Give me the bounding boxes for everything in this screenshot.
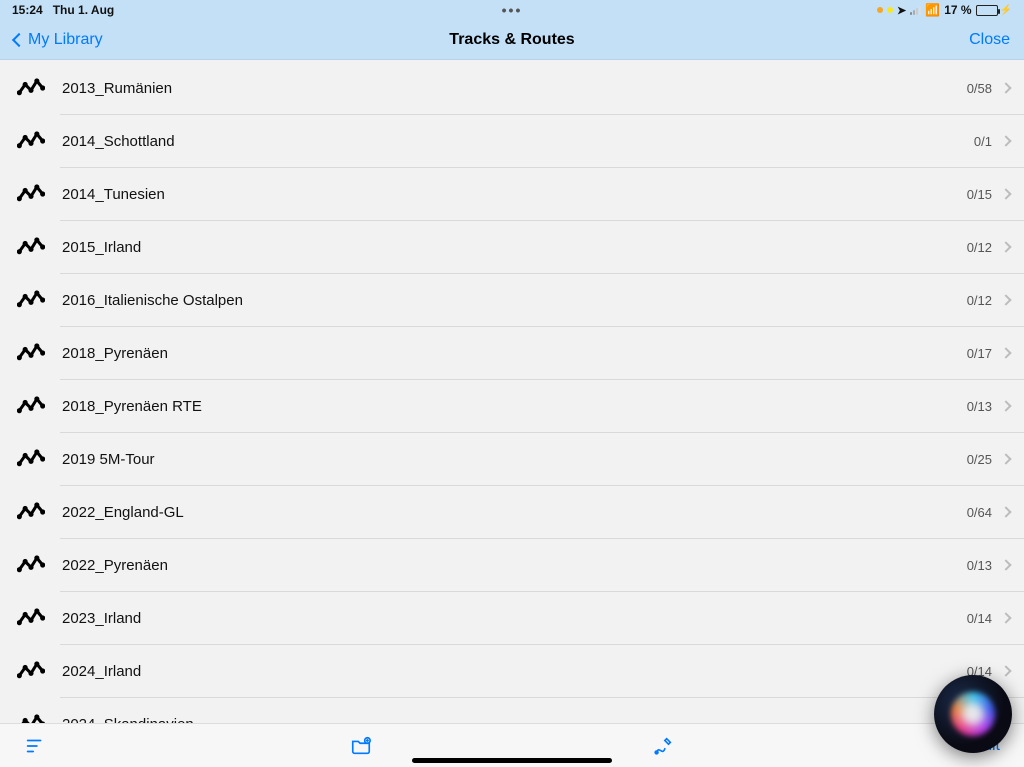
track-icon bbox=[14, 71, 48, 105]
item-label: 2022_Pyrenäen bbox=[62, 557, 967, 574]
chevron-right-icon bbox=[1000, 506, 1011, 517]
item-count: 0/64 bbox=[967, 505, 992, 520]
chevron-right-icon bbox=[1000, 294, 1011, 305]
route-tool-button[interactable] bbox=[652, 735, 674, 757]
item-count: 0/25 bbox=[967, 452, 992, 467]
battery-icon: ⚡ bbox=[976, 5, 1012, 16]
item-label: 2022_England-GL bbox=[62, 504, 967, 521]
back-label: My Library bbox=[28, 31, 103, 49]
chevron-right-icon bbox=[1000, 665, 1011, 676]
track-icon bbox=[14, 442, 48, 476]
item-count: 0/15 bbox=[967, 187, 992, 202]
track-icon bbox=[14, 336, 48, 370]
item-label: 2016_Italienische Ostalpen bbox=[62, 292, 967, 309]
item-count: 0/13 bbox=[967, 558, 992, 573]
track-icon bbox=[14, 707, 48, 723]
track-icon bbox=[14, 601, 48, 635]
item-count: 0/12 bbox=[967, 293, 992, 308]
cellular-signal-icon bbox=[910, 5, 921, 15]
item-count: 0/1 bbox=[974, 134, 992, 149]
chevron-right-icon bbox=[1000, 188, 1011, 199]
chevron-right-icon bbox=[1000, 135, 1011, 146]
item-label: 2023_Irland bbox=[62, 610, 967, 627]
battery-percent: 17 % bbox=[944, 3, 971, 17]
list-item[interactable]: 2018_Pyrenäen0/17 bbox=[0, 327, 1024, 379]
folder-plus-icon bbox=[350, 735, 372, 757]
track-icon bbox=[14, 177, 48, 211]
list-item[interactable]: 2014_Tunesien0/15 bbox=[0, 168, 1024, 220]
list-item[interactable]: 2022_Pyrenäen0/13 bbox=[0, 539, 1024, 591]
siri-orb-icon bbox=[951, 692, 995, 736]
new-folder-button[interactable] bbox=[350, 735, 372, 757]
track-icon bbox=[14, 283, 48, 317]
location-icon: ➤ bbox=[897, 4, 906, 17]
list-item[interactable]: 2023_Irland0/14 bbox=[0, 592, 1024, 644]
list-item[interactable]: 2015_Irland0/12 bbox=[0, 221, 1024, 273]
list-item[interactable]: 2018_Pyrenäen RTE0/13 bbox=[0, 380, 1024, 432]
chevron-right-icon bbox=[1000, 347, 1011, 358]
item-label: 2013_Rumänien bbox=[62, 80, 967, 97]
item-label: 2015_Irland bbox=[62, 239, 967, 256]
item-label: 2014_Tunesien bbox=[62, 186, 967, 203]
siri-button[interactable] bbox=[934, 675, 1012, 753]
route-icon bbox=[652, 735, 674, 757]
page-title: Tracks & Routes bbox=[449, 31, 574, 49]
list-item[interactable]: 2014_Schottland0/1 bbox=[0, 115, 1024, 167]
status-bar: 15:24 Thu 1. Aug ••• ➤ 📶 17 % ⚡ bbox=[0, 0, 1024, 20]
list-item[interactable]: 2024_Skandinavien bbox=[0, 698, 1024, 723]
indicator-dot-yellow bbox=[887, 7, 893, 13]
item-label: 2024_Irland bbox=[62, 663, 967, 680]
home-indicator[interactable] bbox=[412, 758, 612, 763]
item-count: 0/13 bbox=[967, 399, 992, 414]
multitask-dots[interactable]: ••• bbox=[502, 2, 523, 18]
chevron-left-icon bbox=[12, 32, 26, 46]
item-label: 2019 5M-Tour bbox=[62, 451, 967, 468]
item-count: 0/17 bbox=[967, 346, 992, 361]
sort-button[interactable] bbox=[24, 735, 46, 757]
item-count: 0/12 bbox=[967, 240, 992, 255]
list-item[interactable]: 2024_Irland0/14 bbox=[0, 645, 1024, 697]
item-label: 2024_Skandinavien bbox=[62, 716, 992, 724]
tracks-list: 2013_Rumänien0/582014_Schottland0/12014_… bbox=[0, 60, 1024, 723]
item-label: 2018_Pyrenäen RTE bbox=[62, 398, 967, 415]
track-icon bbox=[14, 230, 48, 264]
item-count: 0/14 bbox=[967, 611, 992, 626]
item-label: 2018_Pyrenäen bbox=[62, 345, 967, 362]
track-icon bbox=[14, 389, 48, 423]
item-label: 2014_Schottland bbox=[62, 133, 974, 150]
list-item[interactable]: 2022_England-GL0/64 bbox=[0, 486, 1024, 538]
track-icon bbox=[14, 654, 48, 688]
status-date: Thu 1. Aug bbox=[53, 3, 115, 17]
status-time: 15:24 bbox=[12, 3, 43, 17]
list-item[interactable]: 2019 5M-Tour0/25 bbox=[0, 433, 1024, 485]
wifi-icon: 📶 bbox=[925, 3, 940, 17]
nav-bar: My Library Tracks & Routes Close bbox=[0, 20, 1024, 60]
chevron-right-icon bbox=[1000, 82, 1011, 93]
chevron-right-icon bbox=[1000, 453, 1011, 464]
list-item[interactable]: 2013_Rumänien0/58 bbox=[0, 62, 1024, 114]
chevron-right-icon bbox=[1000, 241, 1011, 252]
indicator-dot-orange bbox=[877, 7, 883, 13]
close-button[interactable]: Close bbox=[969, 31, 1010, 49]
list-item[interactable]: 2016_Italienische Ostalpen0/12 bbox=[0, 274, 1024, 326]
chevron-right-icon bbox=[1000, 612, 1011, 623]
back-button[interactable]: My Library bbox=[14, 31, 103, 49]
chevron-right-icon bbox=[1000, 559, 1011, 570]
track-icon bbox=[14, 124, 48, 158]
track-icon bbox=[14, 548, 48, 582]
chevron-right-icon bbox=[1000, 400, 1011, 411]
item-count: 0/58 bbox=[967, 81, 992, 96]
sort-icon bbox=[24, 735, 46, 757]
track-icon bbox=[14, 495, 48, 529]
